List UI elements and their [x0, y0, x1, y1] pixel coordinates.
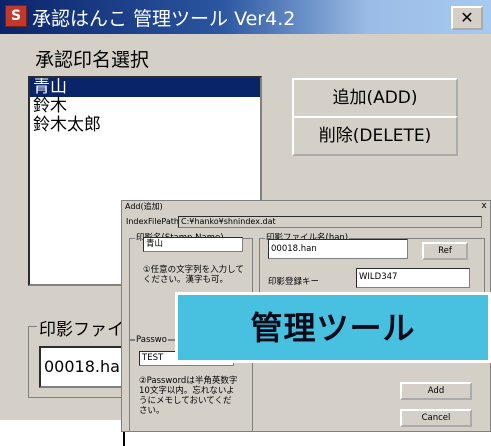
app-stamp-icon: S — [5, 5, 27, 27]
text-cursor — [123, 432, 125, 446]
banner-title: 管理ツール — [250, 309, 416, 347]
dialog-cancel-button[interactable]: Cancel — [400, 409, 472, 427]
list-item[interactable]: 鈴木太郎 — [30, 116, 260, 135]
index-path-label: IndexFilePath: — [126, 217, 182, 226]
dialog-add-button[interactable]: Add — [400, 382, 472, 400]
stamp-name-input[interactable]: 青山 — [143, 237, 243, 252]
stamp-list-label: 承認印名選択 — [35, 49, 150, 71]
password-group-label: Passwo — [135, 334, 168, 346]
close-button[interactable]: ✕ — [451, 6, 483, 30]
delete-button[interactable]: 削除(DELETE) — [292, 116, 458, 156]
list-item[interactable]: 青山 — [30, 78, 260, 97]
title-bar[interactable]: S 承認はんこ 管理ツール Ver4.2 ✕ — [0, 0, 491, 34]
window-title: 承認はんこ 管理ツール Ver4.2 — [32, 8, 296, 30]
password-note: ②Passwordは半角英数字10文字以内。忘れないようにメモしておいてください… — [139, 376, 238, 416]
stamp-key-input[interactable]: WILD347 — [356, 268, 470, 288]
stamp-file-group-label: 印影ファイ — [37, 315, 126, 340]
index-path-field: C:¥hanko¥shnindex.dat — [178, 216, 482, 228]
dialog-close-button[interactable]: x — [479, 201, 489, 211]
dialog-title: Add(追加) — [125, 202, 163, 211]
ref-button[interactable]: Ref — [422, 242, 468, 260]
stamp-name-note: ①任意の文字列を入力してください。漢字も可。 — [143, 265, 244, 285]
stamp-filename-input[interactable]: 00018.han — [268, 239, 408, 259]
add-button[interactable]: 追加(ADD) — [292, 78, 458, 118]
overlay-banner: 管理ツール — [175, 292, 491, 363]
list-item[interactable]: 鈴木 — [30, 97, 260, 116]
stamp-key-label: 印影登録キー — [268, 277, 320, 287]
dialog-title-bar[interactable]: Add(追加) x — [122, 201, 490, 212]
